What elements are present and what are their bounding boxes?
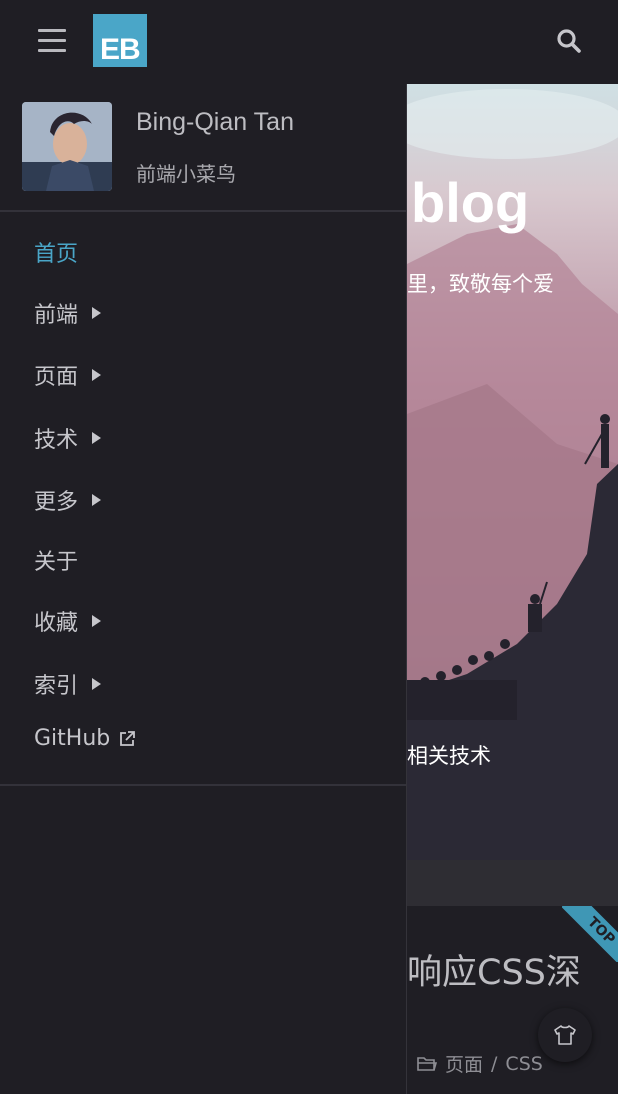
caret-right-icon (92, 615, 102, 627)
post-meta: 页面 / CSS (417, 1050, 543, 1077)
caret-right-icon (92, 307, 102, 319)
caret-right-icon (92, 432, 102, 444)
search-icon[interactable] (556, 28, 582, 54)
side-drawer: Bing-Qian Tan 前端小菜鸟 首页 前端 页面 技术 更多 关于 收藏… (0, 84, 407, 1094)
menu-item-index[interactable]: 索引 (34, 668, 102, 700)
hamburger-icon[interactable] (38, 29, 66, 53)
post-category[interactable]: 页面 (445, 1050, 483, 1077)
external-link-icon (120, 730, 136, 746)
folder-icon (417, 1056, 437, 1071)
site-logo[interactable]: EB (93, 14, 147, 67)
menu-item-pages[interactable]: 页面 (34, 359, 102, 391)
background-page: blog 里，致敬每个爱 相关技术 TOP 响应CSS深 页面 / CSS (407, 84, 618, 1094)
menu-item-label: 前端 (34, 303, 79, 328)
post-tag[interactable]: CSS (505, 1053, 542, 1075)
caret-right-icon (92, 678, 102, 690)
menu-item-more[interactable]: 更多 (34, 484, 102, 516)
caret-right-icon (92, 494, 102, 506)
hero-title: blog (411, 171, 530, 234)
shirt-icon (554, 1025, 576, 1045)
meta-separator: / (491, 1052, 498, 1075)
menu-item-label: 收藏 (34, 611, 79, 636)
section-divider-strip (407, 860, 618, 906)
menu-item-label: 技术 (34, 428, 79, 453)
menu-item-about[interactable]: 关于 (34, 544, 78, 576)
post-title[interactable]: 响应CSS深 (407, 944, 581, 995)
hero-banner: blog 里，致敬每个爱 相关技术 (407, 84, 618, 860)
profile-name: Bing-Qian Tan (136, 108, 294, 136)
menu-item-favorites[interactable]: 收藏 (34, 605, 102, 637)
menu-item-frontend[interactable]: 前端 (34, 297, 102, 329)
top-bar: EB (0, 0, 618, 84)
theme-button[interactable] (538, 1008, 592, 1062)
menu-item-label: 首页 (34, 242, 79, 267)
menu-item-label: 更多 (34, 490, 79, 515)
hero-subtitle: 里，致敬每个爱 (407, 272, 554, 296)
menu-item-label: 页面 (34, 365, 79, 390)
menu-item-label: 索引 (34, 674, 79, 699)
menu-divider (0, 784, 406, 786)
profile-tagline: 前端小菜鸟 (136, 162, 236, 186)
caret-right-icon (92, 369, 102, 381)
menu-item-tech[interactable]: 技术 (34, 422, 102, 454)
avatar (22, 102, 112, 191)
menu-item-home[interactable]: 首页 (34, 236, 78, 268)
menu-item-label: 关于 (34, 550, 79, 575)
menu-item-github[interactable]: GitHub (34, 726, 136, 751)
hero-subtitle-line2: 相关技术 (407, 744, 491, 768)
profile-section: Bing-Qian Tan 前端小菜鸟 (0, 84, 406, 212)
menu-item-label: GitHub (34, 726, 111, 751)
